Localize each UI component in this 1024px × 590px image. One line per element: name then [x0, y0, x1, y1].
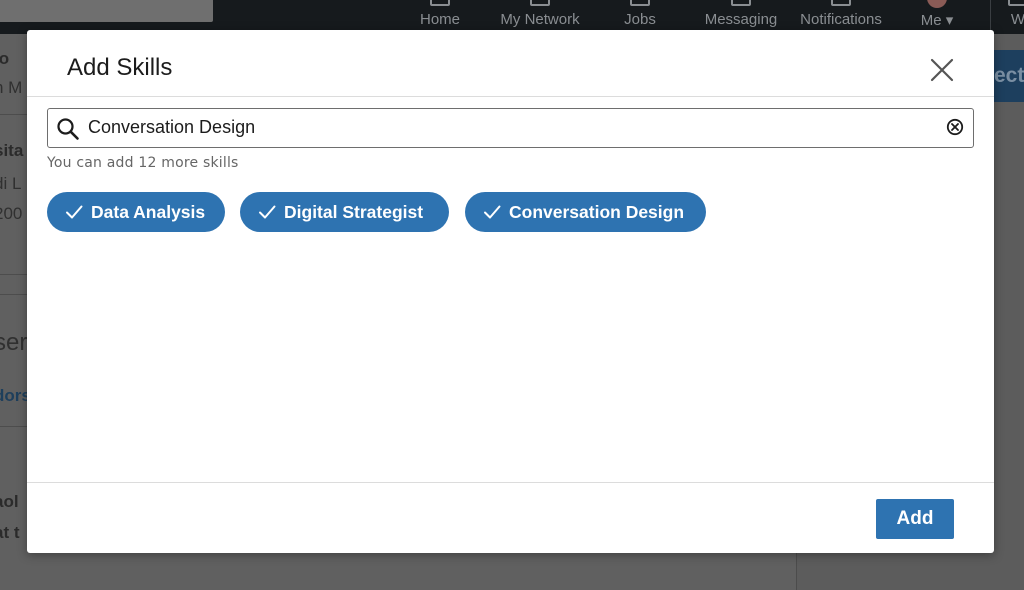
messaging-icon: [731, 0, 751, 6]
skill-search-box: [47, 108, 974, 148]
check-icon: [66, 205, 83, 219]
global-search-box[interactable]: [0, 0, 213, 22]
network-icon: [530, 0, 550, 6]
nav-me-label: Me ▾: [920, 12, 954, 29]
home-icon: [430, 0, 450, 6]
close-icon: [930, 58, 954, 82]
grid-icon: [1008, 0, 1024, 6]
modal-header: Add Skills: [27, 30, 994, 97]
skill-chip-label: Data Analysis: [91, 202, 206, 222]
skill-chip-label: Digital Strategist: [284, 202, 424, 222]
global-nav-bar: Home My Network Jobs Messaging Notificat…: [0, 0, 1024, 34]
nav-me[interactable]: Me ▾: [912, 0, 962, 34]
nav-home-label: Home: [419, 11, 460, 28]
search-icon: [57, 118, 79, 140]
add-button[interactable]: Add: [876, 499, 954, 539]
profile-headline-fragment: n M: [0, 78, 23, 97]
clear-icon: [946, 118, 964, 136]
nav-divider: [990, 0, 991, 34]
nav-jobs-label: Jobs: [624, 11, 656, 28]
connect-button-label: ect: [994, 64, 1024, 87]
skill-chip-conversation-design[interactable]: Conversation Design: [465, 192, 706, 232]
person-name-fragment: aol: [0, 492, 19, 511]
nav-notifications[interactable]: Notifications: [793, 0, 889, 34]
connect-button[interactable]: ect: [990, 50, 1024, 102]
modal-footer: Add: [27, 482, 994, 554]
years-fragment: 200: [0, 204, 23, 223]
person-sub-fragment: at t: [0, 523, 20, 542]
add-skills-modal: Add Skills You can add 12 more skills Da…: [27, 30, 994, 553]
skill-search-input[interactable]: [88, 109, 928, 146]
check-icon: [259, 205, 276, 219]
clear-search-button[interactable]: [946, 118, 964, 136]
modal-title: Add Skills: [67, 54, 173, 81]
skill-chip-label: Conversation Design: [509, 202, 685, 222]
close-button[interactable]: [930, 58, 954, 82]
skill-chip-data-analysis[interactable]: Data Analysis: [47, 192, 225, 232]
nav-messaging[interactable]: Messaging: [698, 0, 784, 34]
nav-home[interactable]: Home: [410, 0, 470, 34]
nav-my-network[interactable]: My Network: [494, 0, 586, 34]
skill-chip-digital-strategist[interactable]: Digital Strategist: [240, 192, 449, 232]
nav-work-label: W: [1010, 11, 1024, 28]
nav-my-network-label: My Network: [500, 11, 580, 28]
section-title-fragment: ser: [0, 329, 28, 356]
school-sub-fragment: di L: [0, 174, 22, 193]
school-fragment: sita: [0, 141, 24, 160]
check-icon: [484, 205, 501, 219]
nav-jobs[interactable]: Jobs: [612, 0, 668, 34]
briefcase-icon: [630, 0, 650, 6]
skills-remaining-hint: You can add 12 more skills: [47, 155, 239, 171]
bell-icon: [831, 0, 851, 6]
avatar: [927, 0, 947, 8]
nav-work[interactable]: W: [1008, 0, 1024, 34]
profile-name-fragment: lo: [0, 49, 10, 68]
nav-notifications-label: Notifications: [800, 11, 882, 28]
nav-messaging-label: Messaging: [704, 11, 778, 28]
